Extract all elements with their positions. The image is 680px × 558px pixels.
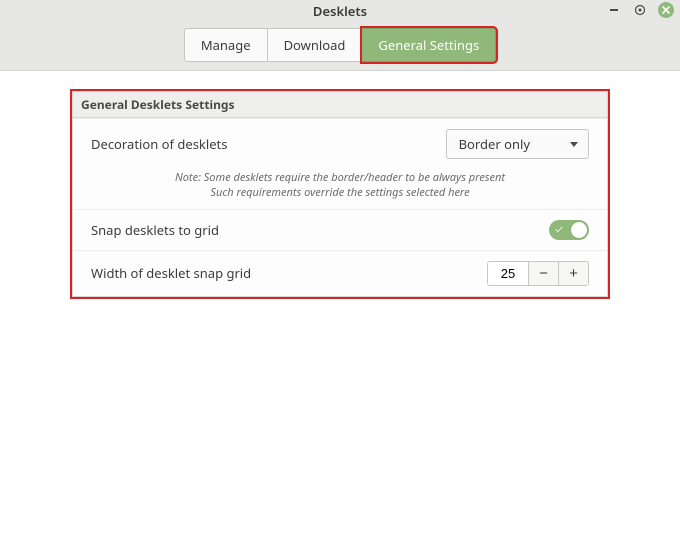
decoration-note-line1: Note: Some desklets require the border/h… <box>73 171 607 186</box>
settings-panel-highlight: General Desklets Settings Decoration of … <box>70 89 610 299</box>
decoration-dropdown[interactable]: Border only <box>446 129 589 159</box>
chevron-down-icon <box>570 142 578 147</box>
grid-width-stepper: − + <box>487 261 589 286</box>
decoration-note-line2: Such requirements override the settings … <box>73 186 607 201</box>
grid-width-increment-button[interactable]: + <box>558 262 588 285</box>
row-grid-width: Width of desklet snap grid − + <box>73 250 607 296</box>
tab-manage[interactable]: Manage <box>184 28 268 62</box>
row-decoration: Decoration of desklets Border only <box>73 118 607 169</box>
decoration-dropdown-value: Border only <box>459 135 530 153</box>
snap-label: Snap desklets to grid <box>91 221 219 239</box>
settings-panel: General Desklets Settings Decoration of … <box>72 91 608 297</box>
grid-width-input[interactable] <box>488 262 528 285</box>
maximize-icon[interactable] <box>632 2 648 18</box>
close-icon[interactable] <box>658 2 674 18</box>
tabstrip: Manage Download General Settings <box>0 28 680 62</box>
decoration-label: Decoration of desklets <box>91 135 227 153</box>
check-icon: ✓ <box>555 223 563 237</box>
tab-download[interactable]: Download <box>268 28 363 62</box>
tab-general-settings[interactable]: General Settings <box>362 28 496 62</box>
snap-toggle[interactable]: ✓ <box>549 220 589 240</box>
toggle-knob <box>571 222 587 238</box>
window-controls <box>606 2 674 18</box>
grid-width-label: Width of desklet snap grid <box>91 264 251 282</box>
panel-title: General Desklets Settings <box>73 92 607 118</box>
header-area: Desklets Manage Download General Setting… <box>0 0 680 71</box>
window-title: Desklets <box>0 2 680 20</box>
row-snap: Snap desklets to grid ✓ <box>73 209 607 250</box>
titlebar: Desklets <box>0 0 680 22</box>
decoration-note: Note: Some desklets require the border/h… <box>73 169 607 209</box>
grid-width-decrement-button[interactable]: − <box>528 262 558 285</box>
minimize-icon[interactable] <box>606 2 622 18</box>
